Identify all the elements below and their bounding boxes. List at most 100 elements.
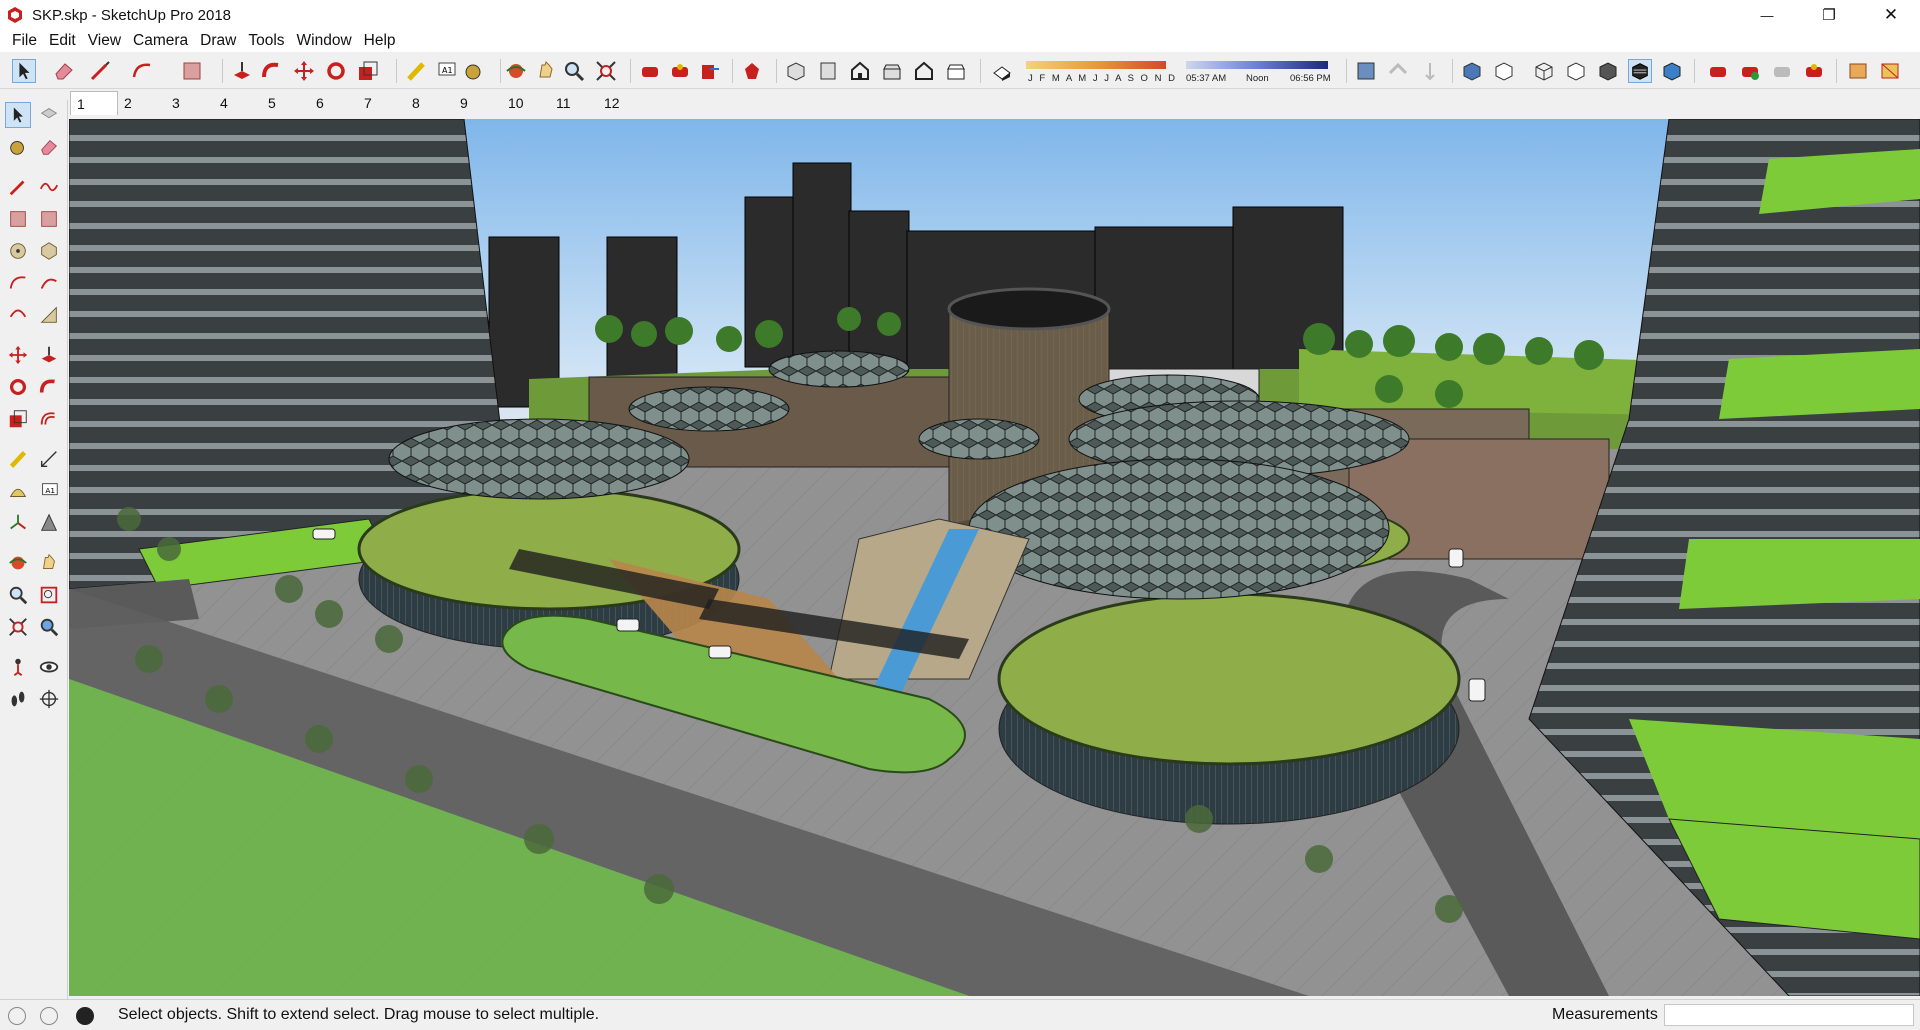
credits-icon[interactable] <box>40 1007 58 1025</box>
eraser-icon[interactable] <box>52 59 76 83</box>
offset-icon[interactable] <box>36 406 62 432</box>
menu-camera[interactable]: Camera <box>127 30 194 52</box>
menu-tools[interactable]: Tools <box>242 30 290 52</box>
zoom-icon[interactable] <box>562 59 586 83</box>
monochrome-icon[interactable] <box>1660 59 1684 83</box>
xray-icon[interactable] <box>1460 59 1484 83</box>
scene-tab-4[interactable]: 4 <box>214 91 262 115</box>
rectangle-left-icon[interactable] <box>5 206 31 232</box>
geo-location-icon[interactable] <box>8 1007 26 1025</box>
walk-icon[interactable] <box>5 686 31 712</box>
select-icon[interactable] <box>5 102 31 128</box>
hidden-line-icon[interactable] <box>1564 59 1588 83</box>
look-around-icon[interactable] <box>36 654 62 680</box>
protractor-icon[interactable] <box>5 478 31 504</box>
section-plane-left-icon[interactable] <box>36 686 62 712</box>
text-left-icon[interactable]: A1 <box>36 478 62 504</box>
shadows-toggle-icon[interactable] <box>990 59 1014 83</box>
rotate-left-icon[interactable] <box>5 374 31 400</box>
shadow-date-slider[interactable] <box>1026 61 1166 69</box>
push-pull-icon[interactable] <box>230 59 254 83</box>
scene-tab-6[interactable]: 6 <box>310 91 358 115</box>
zoom-extents-left-icon[interactable] <box>5 614 31 640</box>
pan-icon[interactable] <box>534 59 558 83</box>
wireframe-icon[interactable] <box>1532 59 1556 83</box>
select-tool-icon[interactable] <box>12 59 36 83</box>
orbit-left-icon[interactable] <box>5 550 31 576</box>
pan-left-icon[interactable] <box>36 550 62 576</box>
follow-me-icon[interactable] <box>260 59 284 83</box>
extension-warehouse-icon[interactable] <box>740 59 764 83</box>
arc-left-icon[interactable] <box>5 270 31 296</box>
scene-tab-5[interactable]: 5 <box>262 91 310 115</box>
sandbox-icon-3[interactable] <box>1770 59 1794 83</box>
menu-help[interactable]: Help <box>358 30 402 52</box>
rectangle-tool-icon[interactable] <box>180 59 204 83</box>
axes-icon[interactable] <box>5 510 31 536</box>
display-section-icon[interactable] <box>1386 59 1410 83</box>
measurements-input[interactable] <box>1664 1004 1914 1026</box>
rotated-rectangle-icon[interactable] <box>36 206 62 232</box>
sandbox-icon-2[interactable] <box>1738 59 1762 83</box>
two-point-arc-icon[interactable] <box>36 270 62 296</box>
scene-tab-9[interactable]: 9 <box>454 91 502 115</box>
style-builder-icon[interactable] <box>1878 59 1902 83</box>
polygon-tool-icon[interactable] <box>36 238 62 264</box>
menu-window[interactable]: Window <box>291 30 358 52</box>
minimize-button[interactable]: — <box>1744 0 1790 30</box>
zoom-left-icon[interactable] <box>5 582 31 608</box>
tape-measure-icon[interactable] <box>404 59 428 83</box>
follow-me-left-icon[interactable] <box>36 374 62 400</box>
menu-edit[interactable]: Edit <box>43 30 82 52</box>
dimension-icon[interactable] <box>36 446 62 472</box>
pie-tool-icon[interactable] <box>36 302 62 328</box>
scene-tab-11[interactable]: 11 <box>550 91 598 115</box>
model-render-scene[interactable] <box>69 119 1920 996</box>
restore-button[interactable]: ❐ <box>1806 0 1852 30</box>
paint-bucket-icon[interactable] <box>462 59 486 83</box>
paint-bucket-left-icon[interactable] <box>5 134 31 160</box>
components-icon[interactable] <box>668 59 692 83</box>
make-component-icon[interactable] <box>36 102 62 128</box>
layout-icon[interactable] <box>1846 59 1870 83</box>
line-left-icon[interactable] <box>5 174 31 200</box>
tape-measure-left-icon[interactable] <box>5 446 31 472</box>
scene-tab-2[interactable]: 2 <box>118 91 166 115</box>
menu-view[interactable]: View <box>82 30 127 52</box>
scale-tool-icon[interactable] <box>356 59 380 83</box>
close-button[interactable]: ✕ <box>1868 0 1914 30</box>
line-tool-icon[interactable] <box>88 59 112 83</box>
scene-tab-8[interactable]: 8 <box>406 91 454 115</box>
scale-left-icon[interactable] <box>5 406 31 432</box>
arc-tool-icon[interactable] <box>130 59 154 83</box>
push-pull-left-icon[interactable] <box>36 342 62 368</box>
shadow-time-slider[interactable] <box>1186 61 1328 69</box>
scene-tab-3[interactable]: 3 <box>166 91 214 115</box>
orbit-icon[interactable] <box>504 59 528 83</box>
iso-view-icon[interactable] <box>784 59 808 83</box>
scene-tab-7[interactable]: 7 <box>358 91 406 115</box>
zoom-window-icon[interactable] <box>36 582 62 608</box>
modeling-viewport[interactable] <box>69 119 1920 996</box>
share-model-icon[interactable] <box>698 59 722 83</box>
move-left-icon[interactable] <box>5 342 31 368</box>
right-view-icon[interactable] <box>880 59 904 83</box>
section-plane-icon[interactable] <box>1354 59 1378 83</box>
sandbox-icon-4[interactable] <box>1802 59 1826 83</box>
shaded-icon[interactable] <box>1596 59 1620 83</box>
position-camera-icon[interactable] <box>5 654 31 680</box>
eraser-left-icon[interactable] <box>36 134 62 160</box>
three-point-arc-icon[interactable] <box>5 302 31 328</box>
front-view-icon[interactable] <box>848 59 872 83</box>
top-view-icon[interactable] <box>816 59 840 83</box>
freehand-icon[interactable] <box>36 174 62 200</box>
back-edges-icon[interactable] <box>1492 59 1516 83</box>
left-view-icon[interactable] <box>944 59 968 83</box>
3d-text-icon[interactable] <box>36 510 62 536</box>
zoom-extents-icon[interactable] <box>594 59 618 83</box>
section-cuts-icon[interactable] <box>1418 59 1442 83</box>
warehouse-icon[interactable] <box>638 59 662 83</box>
scene-tab-1[interactable]: 1 <box>70 91 118 115</box>
text-tool-icon[interactable]: A1 <box>434 59 458 83</box>
user-account-icon[interactable] <box>76 1007 94 1025</box>
